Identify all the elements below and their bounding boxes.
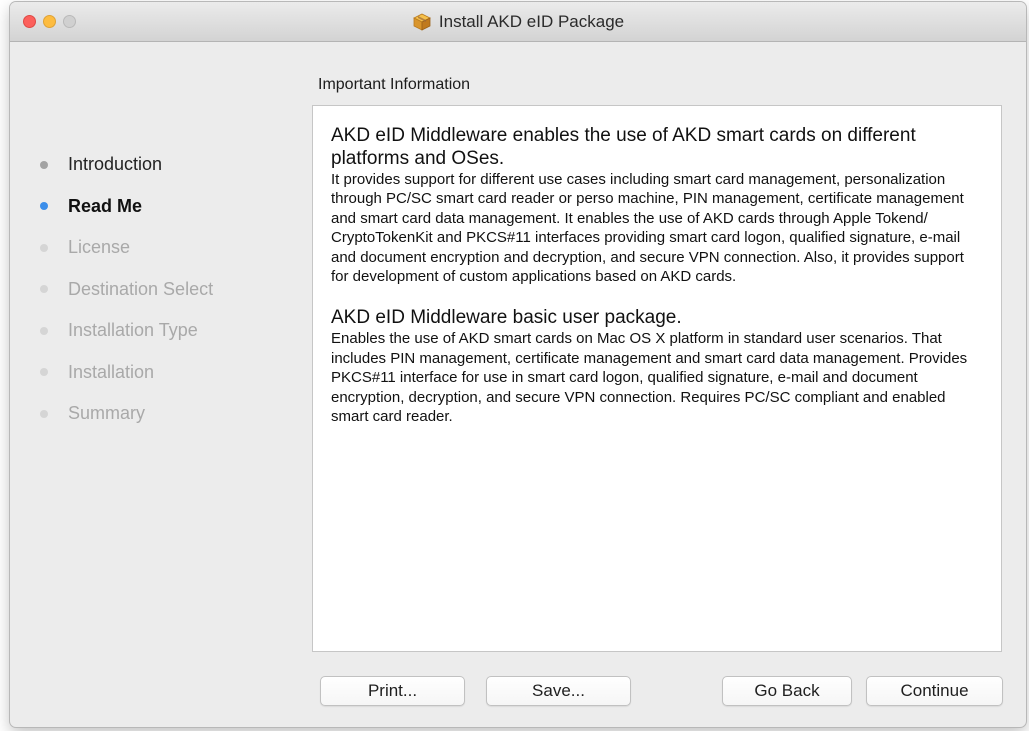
step-label: License (68, 237, 131, 258)
package-box-icon (412, 13, 431, 31)
step-destination-select: Destination Select (40, 269, 290, 311)
step-label: Installation (68, 361, 155, 382)
step-label: Read Me (68, 195, 143, 216)
step-bullet-icon (40, 326, 48, 335)
step-bullet-icon (40, 243, 48, 252)
step-bullet-icon (40, 368, 48, 377)
readme-section-title: AKD eID Middleware enables the use of AK… (331, 125, 916, 169)
step-label: Installation Type (68, 320, 198, 341)
window-title-group: Install AKD eID Package (10, 2, 1026, 42)
step-bullet-icon (40, 409, 48, 418)
step-label: Introduction (68, 154, 163, 175)
step-bullet-icon (40, 285, 48, 294)
step-bullet-icon (40, 160, 48, 169)
step-installation-type: Installation Type (40, 310, 290, 352)
step-label: Destination Select (68, 278, 214, 299)
readme-section-body: Enables the use of AKD smart cards on Ma… (331, 330, 968, 426)
readme-section-title: AKD eID Middleware basic user package. (331, 307, 682, 329)
window-title: Install AKD eID Package (438, 12, 625, 31)
step-read-me: Read Me (40, 186, 290, 228)
step-license: License (40, 227, 290, 269)
go-back-button[interactable]: Go Back (722, 676, 852, 706)
step-label: Summary (68, 403, 146, 424)
title-bar[interactable]: Install AKD eID Package (10, 2, 1026, 42)
step-introduction: Introduction (40, 144, 290, 186)
print-button[interactable]: Print... (320, 676, 465, 706)
readme-text-area[interactable]: AKD eID Middleware enables the use of AK… (312, 105, 1002, 652)
step-summary: Summary (40, 393, 290, 435)
step-installation: Installation (40, 352, 290, 394)
continue-button[interactable]: Continue (866, 676, 1003, 706)
step-bullet-icon (40, 202, 48, 211)
readme-section-body: It provides support for different use ca… (331, 171, 964, 286)
installer-steps: Introduction Read Me License Destination… (40, 144, 290, 435)
installer-window: Install AKD eID Package Important Inform… (10, 2, 1026, 727)
section-heading: Important Information (318, 76, 471, 93)
save-button[interactable]: Save... (486, 676, 631, 706)
